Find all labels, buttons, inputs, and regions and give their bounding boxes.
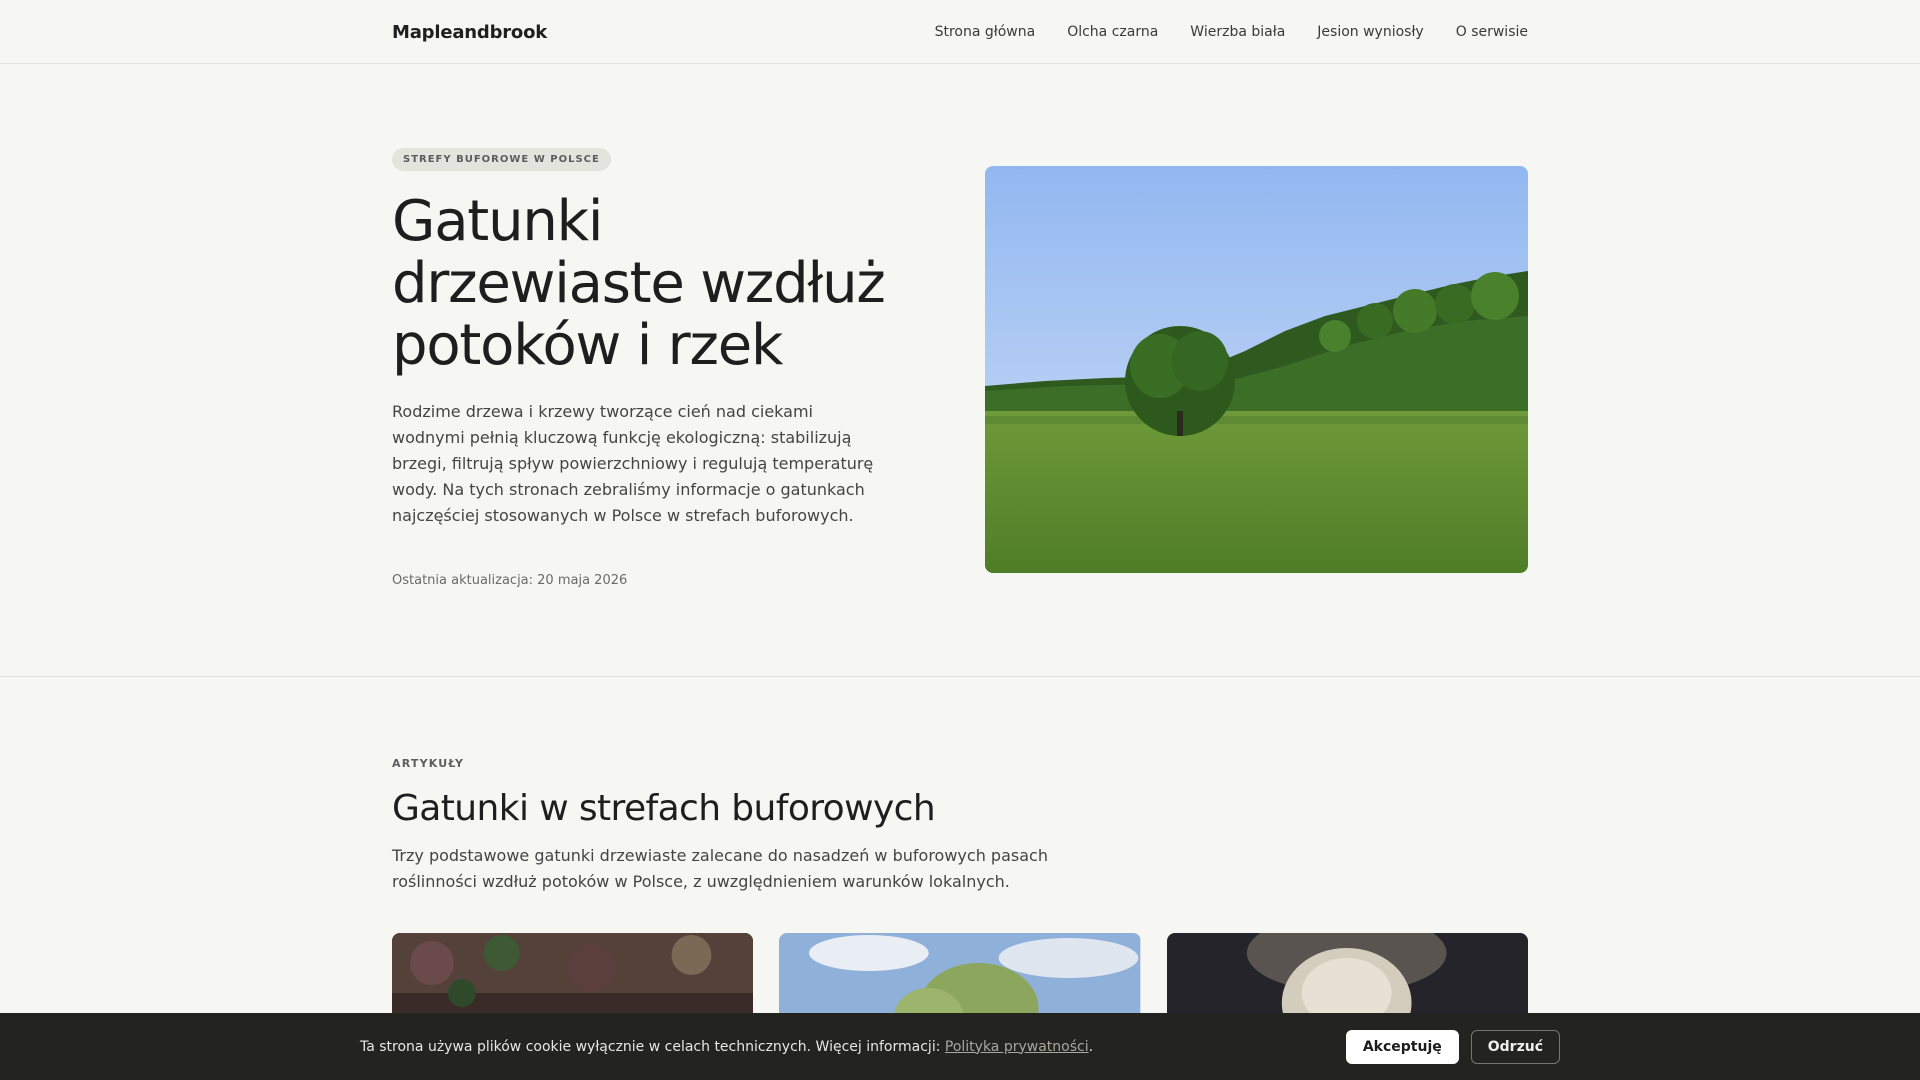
site-logo[interactable]: Mapleandbrook <box>392 22 547 43</box>
hero-section: STREFY BUFOROWE W POLSCE Gatunki drzewia… <box>0 64 1920 677</box>
cookie-period: . <box>1088 1038 1094 1055</box>
hero-image <box>985 166 1528 573</box>
nav-wierzba-biala[interactable]: Wierzba biała <box>1190 24 1285 40</box>
hero-text: STREFY BUFOROWE W POLSCE Gatunki drzewia… <box>392 147 892 588</box>
articles-lead: Trzy podstawowe gatunki drzewiaste zalec… <box>392 846 1048 891</box>
main-nav: Strona główna Olcha czarna Wierzba biała… <box>935 24 1528 40</box>
hero-badge: STREFY BUFOROWE W POLSCE <box>392 148 611 171</box>
decline-cookies-button[interactable]: Odrzuć <box>1470 1029 1560 1064</box>
hero-title: Gatunki drzewiaste wzdłuż potoków i rzek <box>392 189 886 378</box>
accept-cookies-button[interactable]: Akceptuję <box>1345 1029 1459 1064</box>
articles-eyebrow: ARTYKUŁY <box>392 757 465 770</box>
hero-inner: STREFY BUFOROWE W POLSCE Gatunki drzewia… <box>392 64 1528 588</box>
cookie-text: Ta strona używa plików cookie wyłącznie … <box>360 1039 1093 1055</box>
site-header: Mapleandbrook Strona główna Olcha czarna… <box>0 0 1920 64</box>
privacy-policy-link[interactable]: Polityka prywatności <box>945 1039 1089 1055</box>
cookie-bar: Ta strona używa plików cookie wyłącznie … <box>0 1013 1920 1080</box>
articles-title: Gatunki w strefach buforowych <box>392 788 936 829</box>
last-updated: Ostatnia aktualizacja: 20 maja 2026 <box>392 573 628 588</box>
cookie-message: Ta strona używa plików cookie wyłącznie … <box>360 1038 945 1055</box>
nav-home[interactable]: Strona główna <box>935 24 1036 40</box>
nav-o-serwisie[interactable]: O serwisie <box>1456 24 1528 40</box>
header-inner: Mapleandbrook Strona główna Olcha czarna… <box>392 0 1528 64</box>
nav-jesion-wyniosly[interactable]: Jesion wyniosły <box>1317 24 1423 40</box>
meadow-tree-photo <box>985 166 1528 573</box>
cookie-actions: Akceptuję Odrzuć <box>1345 1029 1560 1064</box>
hero-lead: Rodzime drzewa i krzewy tworzące cień na… <box>392 402 874 525</box>
nav-olcha-czarna[interactable]: Olcha czarna <box>1067 24 1158 40</box>
